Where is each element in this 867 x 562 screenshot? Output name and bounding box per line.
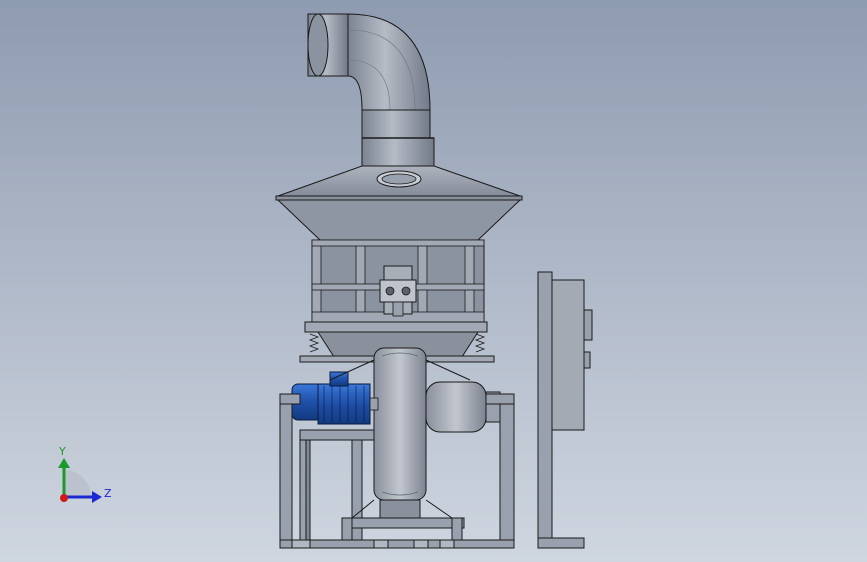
collector-hood[interactable] [275, 165, 523, 241]
fan-inlet-cone[interactable] [425, 381, 487, 433]
y-axis-label: Y [58, 445, 66, 458]
exhaust-elbow-pipe[interactable] [307, 13, 435, 167]
side-control-cabinet[interactable] [537, 271, 593, 549]
filter-housing-frame[interactable] [311, 239, 485, 323]
z-axis-label: Z [104, 487, 112, 500]
cad-viewport[interactable]: Y Z [0, 0, 867, 562]
flange-valve[interactable] [379, 265, 417, 317]
coordinate-triad: Y Z [58, 445, 112, 503]
electric-motor[interactable] [291, 371, 379, 425]
centrifugal-fan[interactable] [373, 347, 501, 501]
origin-dot-icon [60, 494, 68, 502]
